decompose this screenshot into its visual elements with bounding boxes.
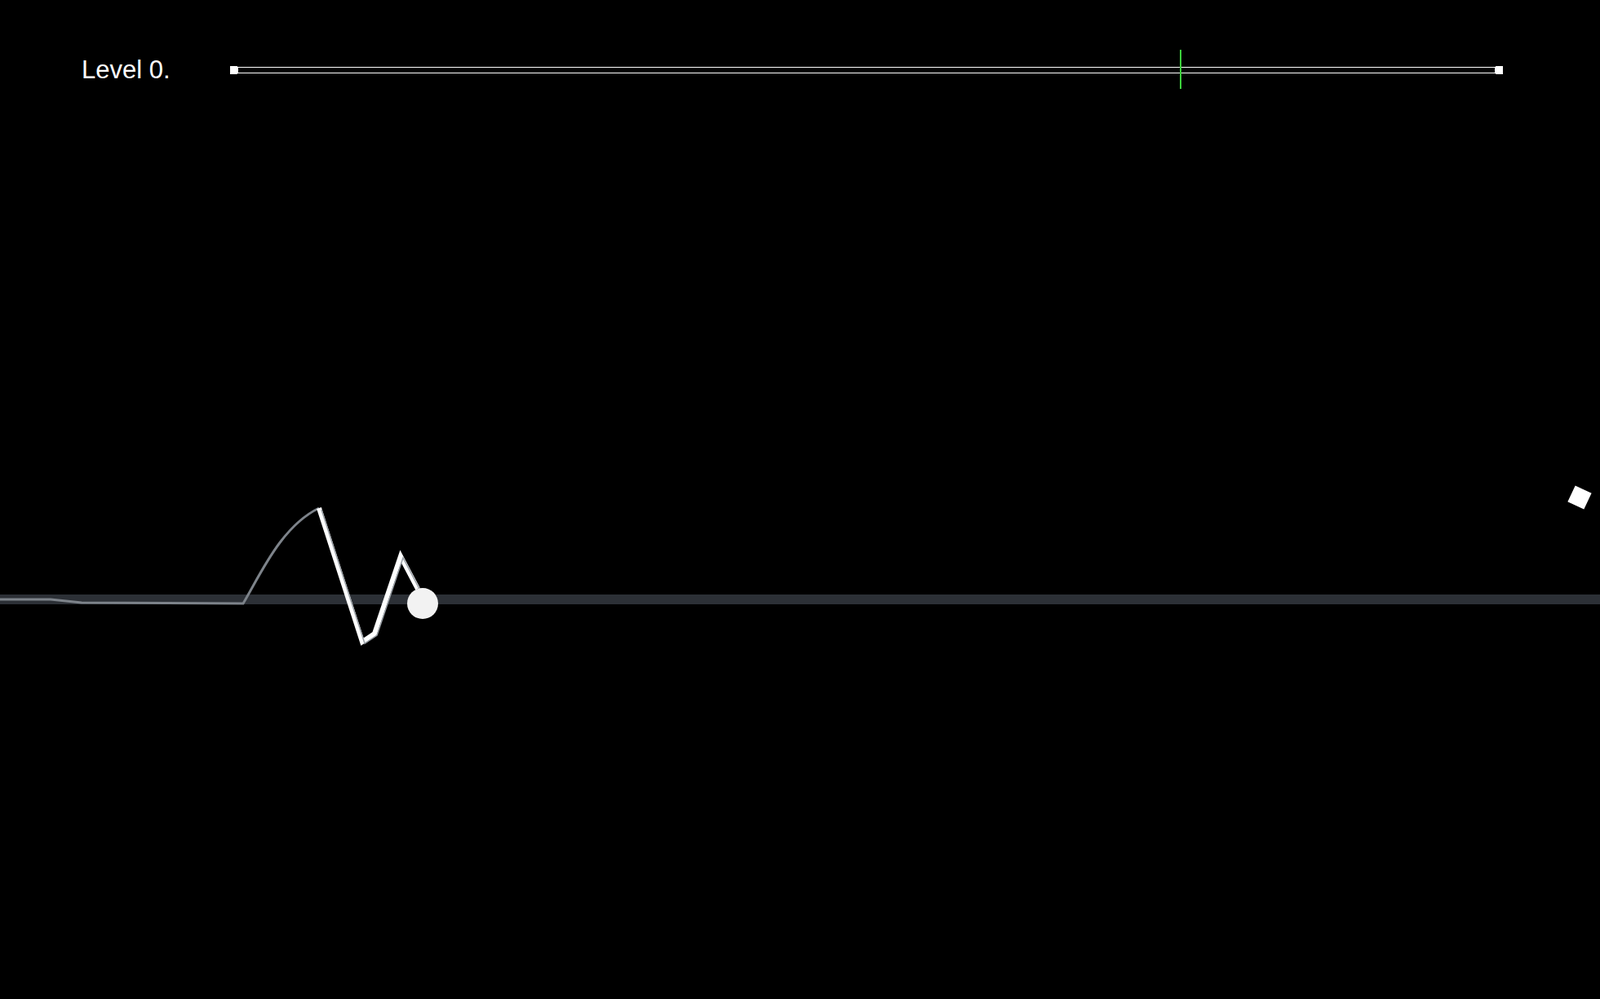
- game-field: [0, 0, 1600, 999]
- progress-track: [237, 66, 1496, 74]
- trail-line: [0, 508, 320, 604]
- goal-cube: [1567, 485, 1592, 510]
- hud: Level 0.: [0, 0, 1600, 87]
- progress-marker: [1179, 49, 1182, 89]
- level-title: Level 0.: [81, 53, 231, 87]
- wave-trail: [319, 508, 418, 643]
- progress-bar: [230, 66, 1503, 75]
- progress-end-cap: [1495, 66, 1503, 75]
- wave-shadow: [321, 509, 421, 644]
- player-ball[interactable]: [407, 588, 439, 620]
- progress-start-cap: [230, 66, 238, 75]
